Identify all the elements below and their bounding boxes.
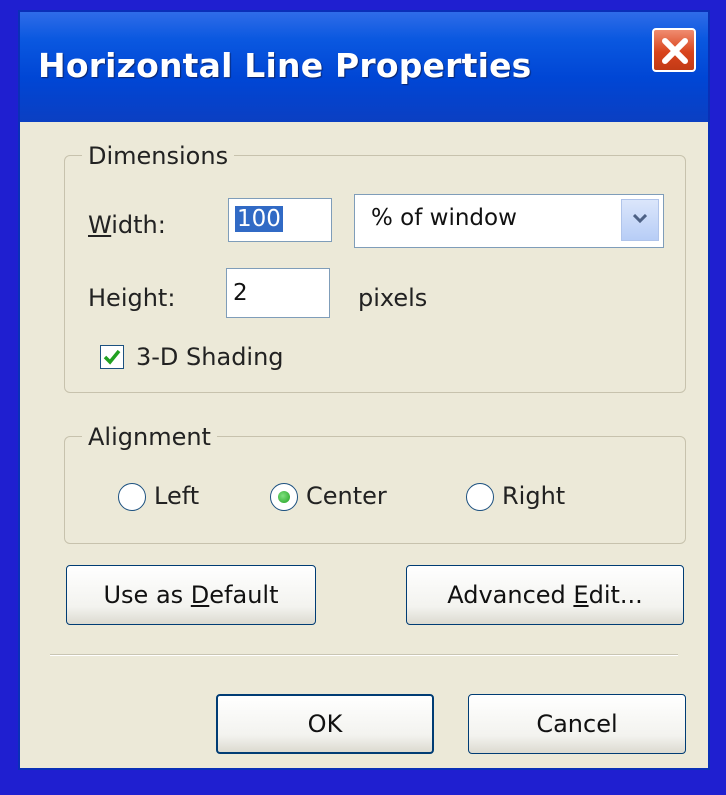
alignment-legend: Alignment xyxy=(82,423,217,451)
cancel-button[interactable]: Cancel xyxy=(468,694,686,754)
advanced-button-text-pre: Advanced xyxy=(447,581,574,609)
dropdown-button[interactable] xyxy=(621,199,659,241)
ok-button-label: OK xyxy=(307,710,343,738)
height-input[interactable]: 2 xyxy=(226,268,330,318)
width-unit-value: % of window xyxy=(371,205,517,231)
radio-center-label: Center xyxy=(306,482,387,510)
shading-label: 3-D Shading xyxy=(136,343,284,371)
window-title: Horizontal Line Properties xyxy=(38,46,532,85)
checkmark-icon xyxy=(103,349,121,365)
shading-checkbox[interactable] xyxy=(100,345,124,369)
use-as-default-button[interactable]: Use as Default xyxy=(66,565,316,625)
default-button-text-post: efault xyxy=(209,581,279,609)
advanced-edit-button[interactable]: Advanced Edit... xyxy=(406,565,684,625)
advanced-button-text-post: dit... xyxy=(588,581,643,609)
title-bar[interactable]: Horizontal Line Properties xyxy=(20,12,708,122)
close-icon xyxy=(662,38,688,64)
width-label-mnemonic: W xyxy=(88,211,112,239)
width-unit-select[interactable]: % of window xyxy=(354,194,664,248)
radio-right-label: Right xyxy=(502,482,566,510)
radio-right[interactable] xyxy=(466,483,494,511)
radio-left[interactable] xyxy=(118,483,146,511)
radio-left-label: Left xyxy=(154,482,200,510)
separator xyxy=(50,654,678,656)
height-unit-label: pixels xyxy=(358,284,428,312)
width-label-rest: idth: xyxy=(111,211,166,239)
dimensions-legend: Dimensions xyxy=(82,142,235,170)
chevron-down-icon xyxy=(633,214,647,224)
height-value: 2 xyxy=(233,280,248,306)
cancel-button-label: Cancel xyxy=(536,710,618,738)
height-label: Height: xyxy=(88,284,176,312)
radio-center[interactable] xyxy=(270,483,298,511)
radio-selected-dot xyxy=(278,491,290,503)
width-value: 100 xyxy=(235,206,283,232)
default-button-mnemonic: D xyxy=(190,581,210,609)
dialog-window: Horizontal Line Properties Dimensions Wi… xyxy=(18,10,710,770)
close-button[interactable] xyxy=(652,28,696,72)
advanced-button-mnemonic: E xyxy=(573,581,589,609)
ok-button[interactable]: OK xyxy=(216,694,434,754)
default-button-text-pre: Use as xyxy=(103,581,191,609)
width-label: Width: xyxy=(88,211,166,239)
width-input[interactable]: 100 xyxy=(228,198,332,242)
